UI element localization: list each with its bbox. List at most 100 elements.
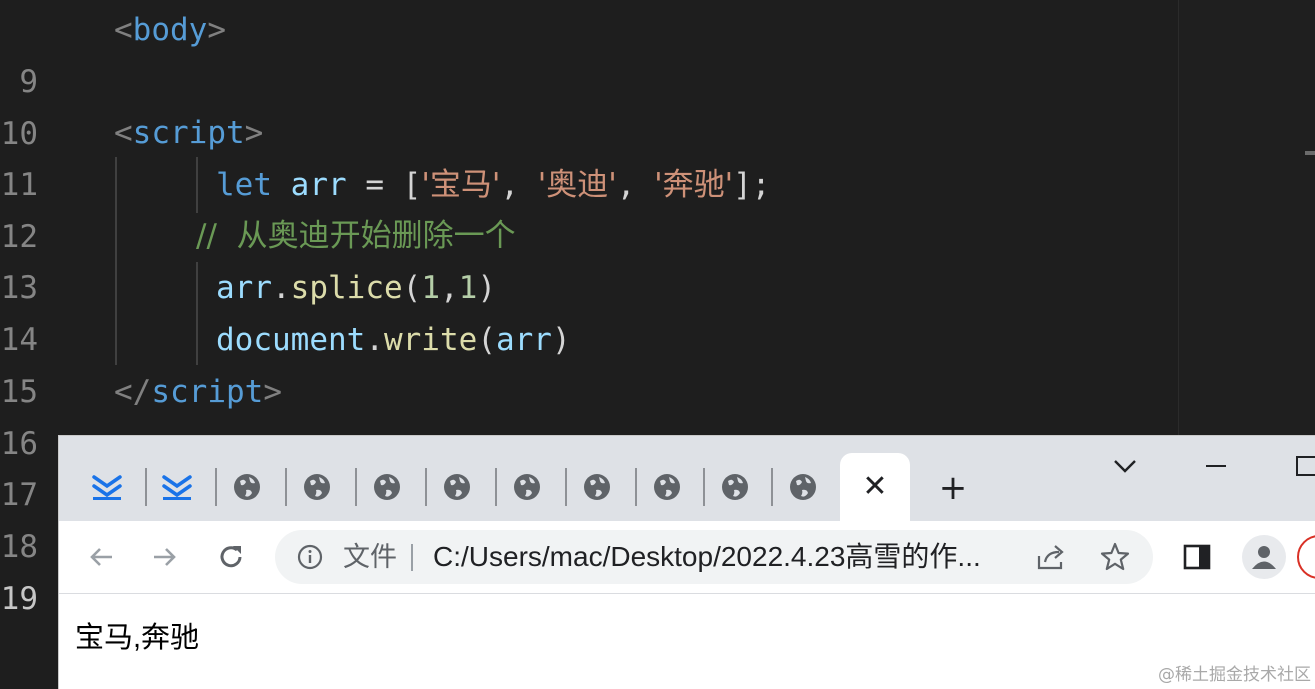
string-literal: '宝马': [421, 167, 501, 203]
tab-separator: [495, 468, 497, 506]
punctuation: .: [365, 322, 384, 358]
method-name: splice: [290, 270, 403, 306]
tag-bracket: <: [114, 115, 133, 151]
globe-icon: [722, 474, 748, 500]
punctuation: ,: [616, 167, 655, 203]
tab-separator: [215, 468, 217, 506]
tab-separator: [425, 468, 427, 506]
profile-button[interactable]: [1242, 535, 1286, 579]
tag-bracket: >: [244, 115, 264, 151]
arrow-right-icon: [154, 548, 176, 566]
browser-window: ✕ + 文件 C:/Users/mac/Desktop/2022.4.23高雪的…: [59, 436, 1315, 689]
tab-separator: [565, 468, 567, 506]
address-bar[interactable]: 文件 C:/Users/mac/Desktop/2022.4.23高雪的作...: [275, 530, 1153, 584]
code-line-16[interactable]: 16 </script>: [0, 366, 1170, 462]
globe-icon: [514, 474, 540, 500]
omnibox-divider: [411, 544, 413, 571]
string-literal: '奔驰': [654, 167, 734, 203]
browser-tab[interactable]: [291, 466, 343, 508]
reload-icon: [220, 546, 242, 568]
bracket: ): [551, 322, 571, 358]
bracket: [: [402, 167, 422, 203]
page-output-text: 宝马,奔驰: [75, 622, 200, 654]
number-literal: 1: [458, 270, 478, 306]
keyword: let: [216, 167, 272, 203]
punctuation: .: [272, 270, 291, 306]
browser-tab[interactable]: [151, 466, 203, 508]
browser-tab[interactable]: [777, 466, 829, 508]
tag-bracket: <: [114, 12, 133, 48]
tag-bracket: </: [114, 374, 152, 410]
tab-separator: [145, 468, 147, 506]
tag-bracket: >: [263, 374, 282, 410]
code-line-11[interactable]: 11 <script>: [0, 107, 1170, 203]
tab-separator: [703, 468, 705, 506]
punctuation: ,: [500, 167, 538, 203]
operator: =: [346, 167, 403, 203]
tab-search-button[interactable]: [1111, 452, 1139, 484]
method-name: write: [383, 322, 478, 358]
back-button[interactable]: [83, 539, 119, 575]
browser-tab[interactable]: [81, 466, 133, 508]
reload-button[interactable]: [213, 539, 249, 575]
minimize-icon: [1206, 465, 1226, 467]
new-tab-button[interactable]: +: [931, 466, 975, 510]
code-line-12[interactable]: 12 let arr = ['宝马', '奥迪', '奔驰'];: [0, 159, 1170, 255]
browser-tab[interactable]: [361, 466, 413, 508]
tab-strip: ✕ +: [59, 436, 1315, 521]
bracket: (: [402, 270, 422, 306]
variable: arr: [495, 322, 552, 358]
punctuation: ,: [440, 270, 459, 306]
side-panel-icon: [1183, 544, 1211, 570]
code-line-10[interactable]: 10: [0, 56, 1170, 152]
minimize-button[interactable]: [1203, 452, 1231, 484]
browser-toolbar: 文件 C:/Users/mac/Desktop/2022.4.23高雪的作...: [59, 521, 1315, 594]
code-comment: // 从奥迪开始删除一个: [196, 218, 516, 254]
string-literal: '奥迪': [537, 167, 617, 203]
side-panel-button[interactable]: [1179, 539, 1215, 575]
tab-separator: [771, 468, 773, 506]
tag-bracket: >: [207, 12, 226, 48]
code-line-13[interactable]: 13 // 从奥迪开始删除一个: [0, 210, 1170, 306]
url-text[interactable]: C:/Users/mac/Desktop/2022.4.23高雪的作...: [433, 530, 1023, 584]
code-line-15[interactable]: 15 document.write(arr): [0, 314, 1170, 410]
bracket: (: [477, 322, 496, 358]
browser-tab[interactable]: [641, 466, 693, 508]
browser-tab[interactable]: [709, 466, 761, 508]
security-label[interactable]: 文件: [343, 530, 397, 584]
code-line-14[interactable]: 14 arr.splice(1,1): [0, 262, 1170, 358]
tab-separator: [635, 468, 637, 506]
maximize-icon: [1296, 456, 1315, 476]
double-chevron-down-icon: [92, 475, 122, 500]
avatar-icon: [1252, 546, 1276, 569]
globe-icon: [654, 474, 680, 500]
tab-separator: [285, 468, 287, 506]
forward-button[interactable]: [147, 539, 183, 575]
variable: arr: [216, 270, 272, 306]
globe-icon: [790, 474, 816, 500]
variable: document: [216, 322, 366, 358]
browser-tab[interactable]: [501, 466, 553, 508]
globe-icon: [304, 474, 330, 500]
globe-icon: [374, 474, 400, 500]
bracket: ];: [733, 167, 771, 203]
star-icon[interactable]: [1099, 541, 1131, 573]
globe-icon: [444, 474, 470, 500]
browser-tab[interactable]: [431, 466, 483, 508]
arrow-left-icon: [90, 548, 112, 566]
maximize-button[interactable]: [1295, 452, 1315, 484]
code-line-9[interactable]: 9 <body>: [0, 4, 1170, 100]
active-tab[interactable]: ✕: [840, 453, 910, 521]
info-icon[interactable]: [297, 544, 323, 570]
tab-separator: [355, 468, 357, 506]
double-chevron-down-icon: [162, 475, 192, 500]
menu-button-partial[interactable]: [1297, 535, 1315, 579]
close-tab-icon[interactable]: ✕: [862, 472, 887, 502]
share-icon[interactable]: [1035, 542, 1067, 572]
browser-tab[interactable]: [571, 466, 623, 508]
browser-tab[interactable]: [221, 466, 273, 508]
tag-name: script: [151, 374, 264, 410]
line-number: 19: [0, 581, 38, 617]
number-literal: 1: [421, 270, 440, 306]
variable: arr: [290, 167, 347, 203]
